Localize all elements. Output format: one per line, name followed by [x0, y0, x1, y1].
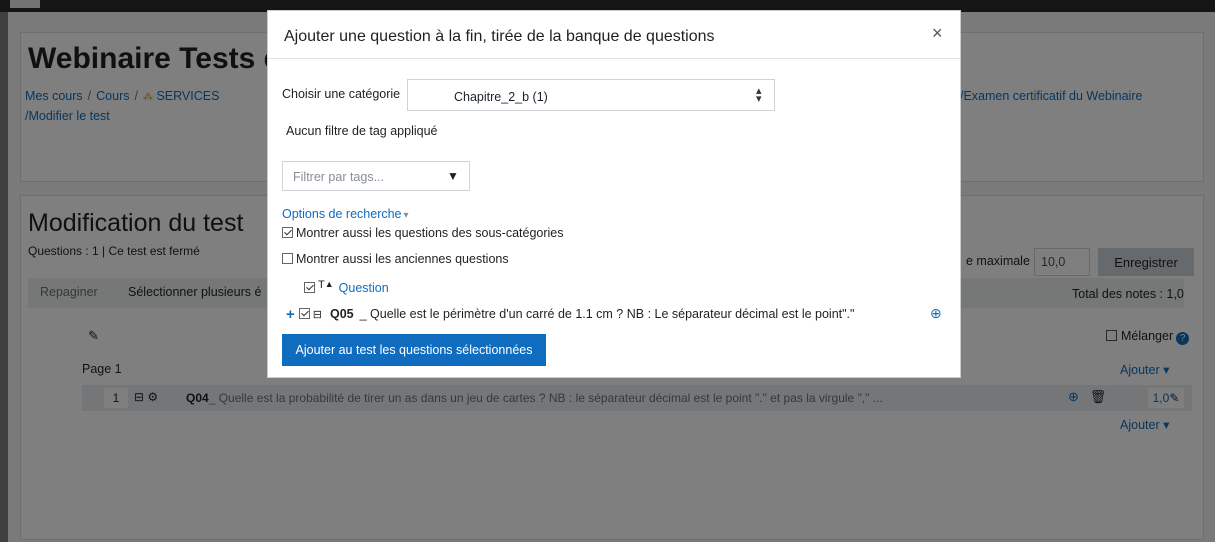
- question-bank-modal: Ajouter une question à la fin, tirée de …: [267, 10, 961, 378]
- show-old-questions-label: Montrer aussi les anciennes questions: [296, 252, 509, 266]
- category-label: Choisir une catégorie: [282, 87, 401, 101]
- tag-filter-dropdown[interactable]: Filtrer par tags... ▼: [282, 161, 470, 191]
- select-arrows-icon: ▴ ▾: [756, 85, 762, 105]
- modal-title: Ajouter une question à la fin, tirée de …: [284, 28, 715, 45]
- sort-ascending-icon: ▲: [324, 279, 334, 289]
- question-text: _ Quelle est le périmètre d'un carré de …: [359, 307, 855, 321]
- question-type-icon: ⊟: [312, 309, 322, 321]
- question-checkbox[interactable]: [298, 308, 310, 319]
- show-subcategories-label: Montrer aussi les questions des sous-cat…: [296, 226, 564, 240]
- add-selected-questions-button[interactable]: Ajouter au test les questions sélectionn…: [282, 334, 546, 366]
- modal-header: Ajouter une question à la fin, tirée de …: [268, 11, 960, 59]
- show-old-questions-checkbox[interactable]: [282, 253, 293, 264]
- caret-down-icon: ▾: [403, 210, 409, 221]
- add-question-icon[interactable]: +: [286, 306, 295, 323]
- sort-question-column[interactable]: Question: [339, 281, 389, 295]
- category-select[interactable]: Chapitre_2_b (1) ▴ ▾: [407, 79, 775, 111]
- close-icon[interactable]: ×: [932, 23, 943, 44]
- show-subcategories-option[interactable]: Montrer aussi les questions des sous-cat…: [282, 226, 564, 240]
- select-all-checkbox[interactable]: [304, 282, 315, 293]
- show-old-questions-option[interactable]: Montrer aussi les anciennes questions: [282, 252, 509, 266]
- sort-type-column[interactable]: T: [318, 279, 325, 291]
- search-options-label: Options de recherche: [282, 207, 402, 221]
- category-value: Chapitre_2_b (1): [454, 90, 548, 104]
- tag-filter-status: Aucun filtre de tag appliqué: [286, 124, 438, 138]
- tag-filter-placeholder: Filtrer par tags...: [293, 170, 384, 184]
- dropdown-triangle-icon: ▼: [447, 169, 459, 183]
- show-subcategories-checkbox[interactable]: [282, 227, 293, 238]
- question-list-header: T▲ Question: [304, 279, 389, 295]
- search-options-toggle[interactable]: Options de recherche ▾: [282, 207, 409, 221]
- question-row: + ⊟ Q05 _ Quelle est le périmètre d'un carr…: [286, 306, 854, 323]
- preview-icon[interactable]: ⊕: [930, 305, 942, 322]
- question-code: Q05: [329, 307, 354, 321]
